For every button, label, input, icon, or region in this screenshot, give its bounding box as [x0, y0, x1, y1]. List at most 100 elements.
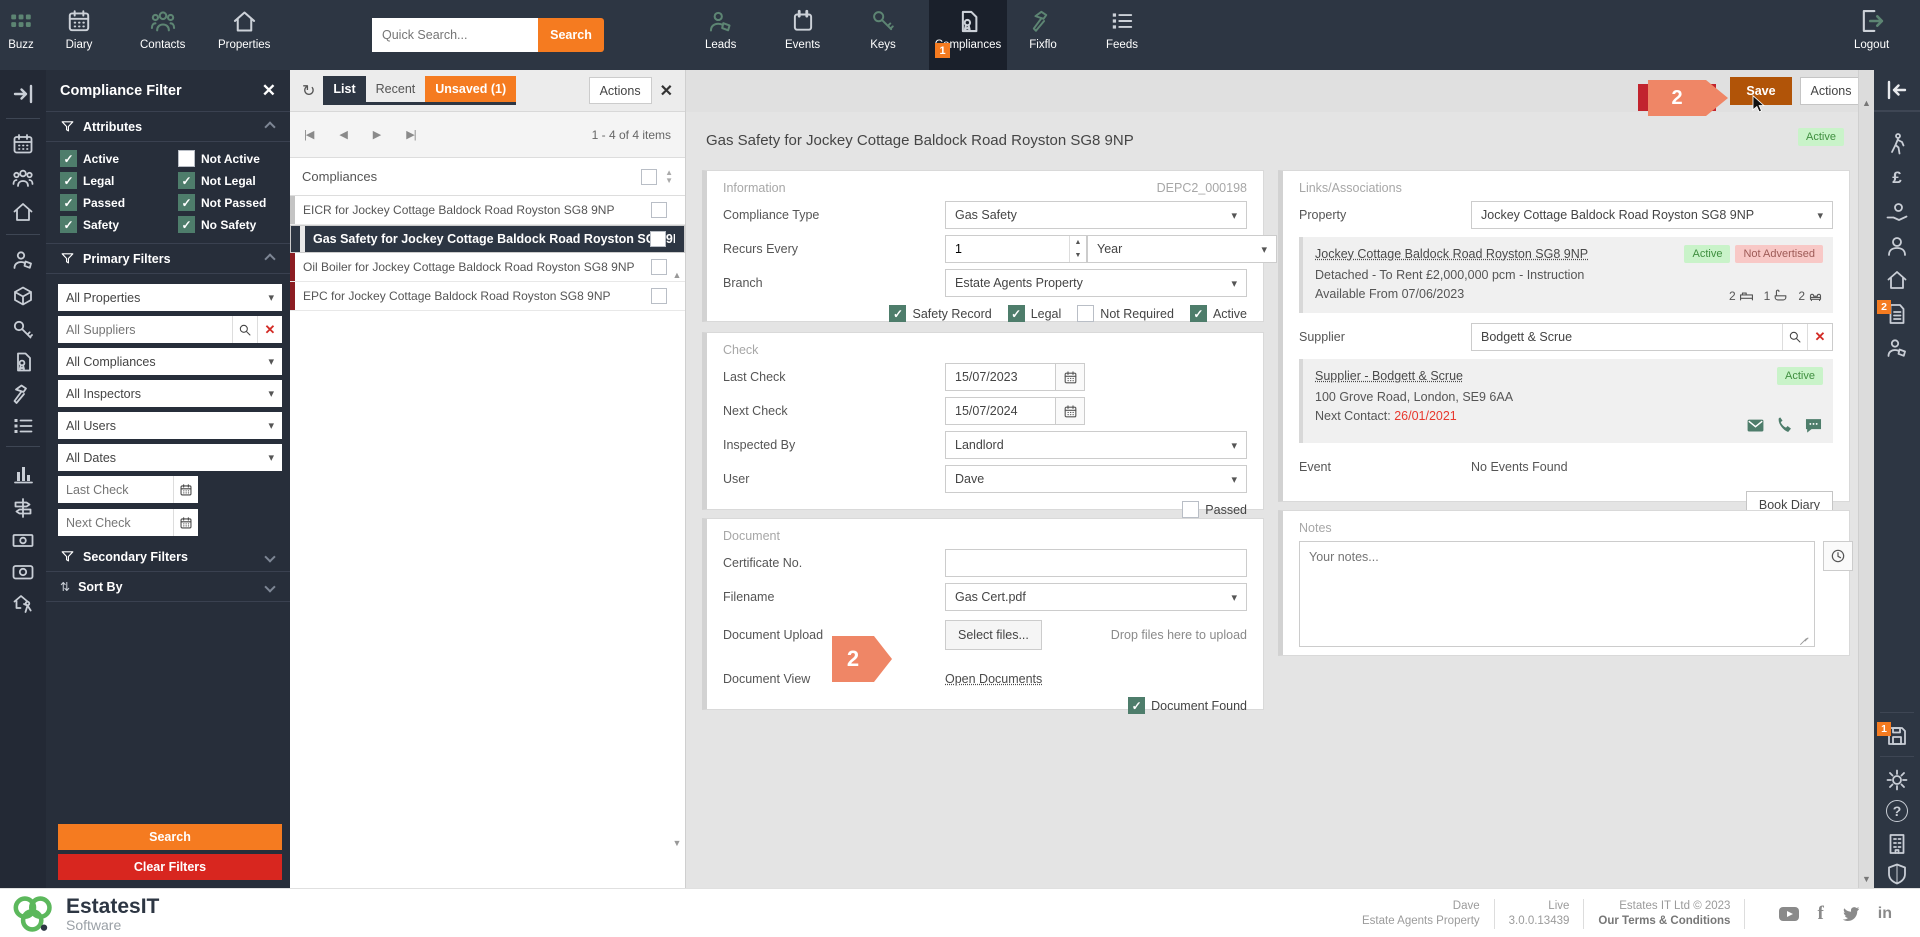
supplier-input[interactable] [1472, 324, 1782, 350]
pound-icon[interactable]: £ [1885, 166, 1909, 190]
nav-item-logout[interactable]: Logout [1854, 6, 1889, 66]
user-select[interactable]: Dave [945, 465, 1247, 493]
calendar-icon[interactable] [1055, 363, 1085, 391]
tab-unsaved[interactable]: Unsaved (1) [425, 76, 516, 102]
open-documents-link[interactable]: Open Documents [945, 672, 1042, 686]
list-item-epc[interactable]: EPC for Jockey Cottage Baldock Road Roys… [290, 282, 685, 311]
checkbox-legal[interactable]: Legal [1008, 305, 1062, 322]
scroll-down-icon[interactable]: ▼ [1859, 874, 1874, 884]
secondary-filters-section-header[interactable]: Secondary Filters [46, 542, 290, 572]
select-all-checkbox[interactable] [641, 169, 657, 185]
collapse-left-icon[interactable] [1874, 70, 1920, 112]
row-checkbox[interactable] [651, 259, 667, 275]
primary-filters-section-header[interactable]: Primary Filters [46, 244, 290, 274]
list-item-eicr[interactable]: EICR for Jockey Cottage Baldock Road Roy… [290, 196, 685, 225]
list-scrollbar[interactable]: ▲ ▼ [671, 270, 683, 848]
page-prev-icon[interactable]: ◀ [339, 128, 346, 141]
shield-icon[interactable] [1885, 862, 1909, 886]
all-dates-select[interactable]: All Dates [58, 444, 282, 471]
recurs-every-input[interactable] [946, 236, 1069, 262]
hand-money-icon[interactable] [1885, 200, 1909, 224]
key-icon[interactable] [11, 318, 35, 342]
checkbox-not-active[interactable]: Not Active [178, 150, 290, 167]
youtube-icon[interactable] [1777, 902, 1801, 926]
property-select[interactable]: Jockey Cottage Baldock Road Royston SG8 … [1471, 201, 1833, 229]
cash-icon[interactable] [11, 528, 35, 552]
nav-item-keys[interactable]: Keys [868, 6, 898, 66]
save-floppy-icon[interactable]: 1 [1885, 724, 1909, 748]
checkbox[interactable] [60, 216, 77, 233]
all-inspectors-select[interactable]: All Inspectors [58, 380, 282, 407]
facebook-icon[interactable] [1817, 903, 1823, 925]
column-header-compliances[interactable]: Compliances ▲▼ [290, 158, 685, 196]
tab-recent[interactable]: Recent [366, 76, 426, 102]
row-checkbox[interactable] [651, 288, 667, 304]
phone-icon[interactable] [1775, 416, 1794, 435]
scroll-down-icon[interactable]: ▼ [671, 838, 683, 848]
checkbox[interactable] [178, 216, 195, 233]
branch-select[interactable]: Estate Agents Property [945, 269, 1247, 297]
checkbox-safety-record[interactable]: Safety Record [889, 305, 991, 322]
nav-item-feeds[interactable]: Feeds [1106, 6, 1138, 66]
checkbox[interactable] [1190, 305, 1207, 322]
all-suppliers-input[interactable] [58, 316, 232, 343]
select-files-button[interactable]: Select files... [945, 620, 1042, 650]
last-check-input[interactable] [58, 476, 173, 503]
building-icon[interactable] [1885, 832, 1909, 856]
home-icon[interactable] [1885, 268, 1909, 292]
notes-textarea[interactable] [1299, 541, 1815, 647]
certificate-no-input[interactable] [945, 549, 1247, 577]
list-item-oil-boiler[interactable]: Oil Boiler for Jockey Cottage Baldock Ro… [290, 253, 685, 282]
checkbox-passed[interactable]: Passed [1182, 501, 1247, 518]
page-next-icon[interactable]: ▶ [373, 128, 380, 141]
collapse-right-icon[interactable] [11, 82, 35, 106]
supplier-link[interactable]: Supplier - Bodgett & Scrue [1315, 369, 1463, 383]
nav-item-compliances[interactable]: Compliances 1 [929, 0, 1007, 70]
clear-icon[interactable] [1807, 324, 1832, 350]
tab-list[interactable]: List [323, 76, 365, 102]
property-link[interactable]: Jockey Cottage Baldock Road Royston SG8 … [1315, 247, 1588, 261]
checkbox[interactable] [178, 194, 195, 211]
filename-select[interactable]: Gas Cert.pdf [945, 583, 1247, 611]
email-icon[interactable] [1746, 416, 1765, 435]
compliance-certificate-icon[interactable] [11, 350, 35, 374]
walk-person-icon[interactable] [1885, 132, 1909, 156]
search-icon[interactable] [232, 316, 257, 343]
help-icon[interactable]: ? [1886, 800, 1908, 822]
refresh-icon[interactable] [302, 81, 315, 101]
bar-chart-icon[interactable] [11, 462, 35, 486]
checkbox[interactable] [1128, 697, 1145, 714]
gear-icon[interactable] [1885, 768, 1909, 792]
all-users-select[interactable]: All Users [58, 412, 282, 439]
scroll-up-icon[interactable]: ▲ [671, 270, 683, 280]
scroll-up-icon[interactable]: ▲ [1859, 98, 1874, 108]
checkbox[interactable] [60, 150, 77, 167]
list-item-gas-safety[interactable]: Gas Safety for Jockey Cottage Baldock Ro… [290, 225, 685, 253]
clock-icon[interactable] [1823, 541, 1853, 571]
calendar-icon[interactable] [173, 509, 198, 536]
checkbox-not-passed[interactable]: Not Passed [178, 194, 290, 211]
quick-search-input[interactable] [372, 18, 538, 52]
attributes-section-header[interactable]: Attributes [46, 112, 290, 142]
document-icon[interactable]: 2 [1885, 302, 1909, 326]
list-icon[interactable] [11, 414, 35, 438]
recurs-unit-select[interactable]: Year [1087, 235, 1277, 263]
clear-icon[interactable] [257, 316, 282, 343]
checkbox-legal[interactable]: Legal [60, 172, 178, 189]
sms-icon[interactable] [1804, 416, 1823, 435]
spinner-down-icon[interactable]: ▼ [1070, 249, 1086, 262]
filter-search-button[interactable]: Search [58, 824, 282, 850]
checkbox[interactable] [178, 172, 195, 189]
checkbox-no-safety[interactable]: No Safety [178, 216, 290, 233]
spinner-up-icon[interactable]: ▲ [1070, 236, 1086, 249]
close-icon[interactable]: ✕ [660, 81, 673, 101]
list-actions-button[interactable]: Actions [589, 77, 652, 104]
checkbox-active[interactable]: Active [60, 150, 178, 167]
next-check-input[interactable] [58, 509, 173, 536]
toolbar-actions-button[interactable]: Actions [1800, 77, 1862, 105]
person-icon[interactable] [1885, 234, 1909, 258]
quick-search-button[interactable]: Search [538, 18, 604, 52]
last-check-input[interactable] [945, 363, 1055, 391]
row-checkbox[interactable] [651, 202, 667, 218]
nav-item-buzz[interactable]: Buzz [6, 6, 36, 66]
